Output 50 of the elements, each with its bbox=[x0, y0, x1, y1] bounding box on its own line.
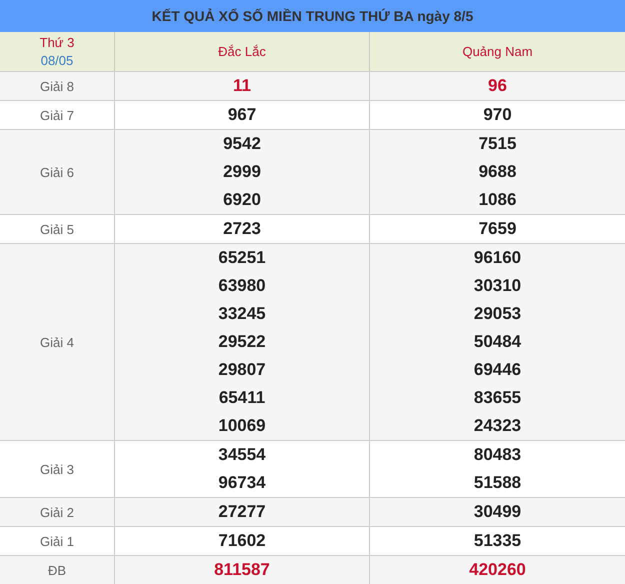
result-number: 1086 bbox=[478, 189, 516, 211]
result-number: 30310 bbox=[474, 275, 522, 297]
result-number: 69446 bbox=[474, 359, 522, 381]
result-number: 65411 bbox=[218, 387, 266, 409]
prize-label: Giải 6 bbox=[40, 164, 74, 180]
result-number: 967 bbox=[228, 104, 256, 126]
result-number: 420260 bbox=[469, 559, 526, 581]
prize-label: ĐB bbox=[48, 562, 66, 578]
result-number: 33245 bbox=[218, 303, 266, 325]
result-number: 29807 bbox=[218, 359, 266, 381]
result-number: 51588 bbox=[474, 472, 522, 494]
result-number: 7515 bbox=[478, 133, 516, 155]
result-number: 27277 bbox=[218, 501, 266, 523]
result-number: 2723 bbox=[223, 218, 261, 240]
result-number: 970 bbox=[483, 104, 512, 126]
result-number: 29522 bbox=[218, 331, 266, 353]
result-number: 30499 bbox=[474, 501, 522, 523]
prize-label: Giải 4 bbox=[40, 334, 74, 350]
result-number: 9688 bbox=[478, 161, 516, 183]
result-number: 65251 bbox=[218, 247, 266, 269]
result-number: 96160 bbox=[474, 247, 522, 269]
result-number: 80483 bbox=[474, 444, 522, 466]
result-number: 811587 bbox=[214, 559, 270, 581]
result-number: 34554 bbox=[218, 444, 266, 466]
result-number: 51335 bbox=[474, 530, 522, 552]
prize-label: Giải 5 bbox=[40, 222, 74, 236]
result-number: 50484 bbox=[474, 331, 522, 353]
result-number: 96 bbox=[488, 75, 507, 97]
result-number: 2999 bbox=[223, 161, 261, 183]
result-number: 24323 bbox=[474, 415, 522, 437]
result-number: 63980 bbox=[218, 275, 266, 297]
result-number: 71602 bbox=[218, 530, 266, 552]
result-number: 7659 bbox=[478, 218, 516, 240]
prize-label: Giải 1 bbox=[40, 534, 74, 548]
result-number: 6920 bbox=[223, 189, 261, 211]
prize-label: Giải 3 bbox=[40, 462, 74, 476]
weekday-label: Thứ 3 bbox=[40, 34, 74, 52]
result-number: 11 bbox=[233, 75, 251, 97]
prize-label: Giải 8 bbox=[40, 78, 74, 94]
result-number: 96734 bbox=[218, 472, 266, 494]
result-number: 10069 bbox=[218, 415, 266, 437]
prize-label: Giải 7 bbox=[40, 108, 74, 122]
date-label: 08/05 bbox=[40, 52, 74, 70]
province-name: Đắc Lắc bbox=[218, 44, 266, 59]
table-title: KẾT QUẢ XỔ SỐ MIỀN TRUNG THỨ BA ngày 8/5 bbox=[0, 0, 625, 32]
province-name: Quảng Nam bbox=[462, 44, 533, 59]
prize-label: Giải 2 bbox=[40, 504, 74, 520]
result-number: 9542 bbox=[223, 133, 261, 155]
result-number: 29053 bbox=[474, 303, 522, 325]
result-number: 83655 bbox=[474, 387, 522, 409]
